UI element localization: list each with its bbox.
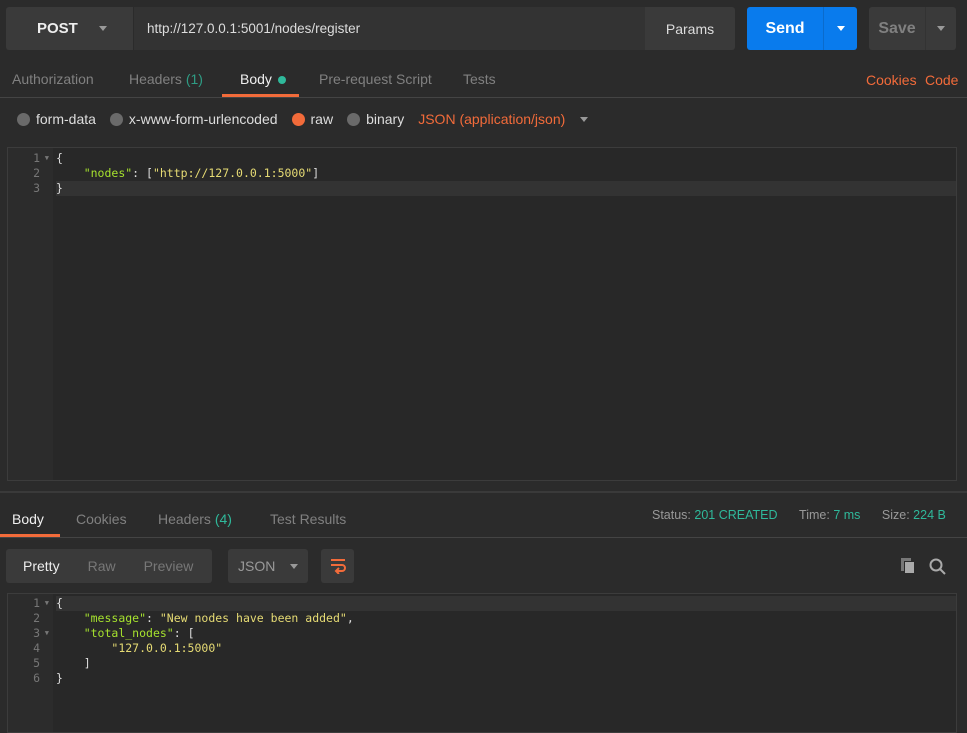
- cookies-link[interactable]: Cookies: [866, 72, 917, 88]
- params-button[interactable]: Params: [645, 7, 735, 50]
- code-link[interactable]: Code: [925, 72, 958, 88]
- line-gutter: 1 ▼ 2 3 ▼ 4 5 6: [8, 594, 53, 732]
- headers-count: (4): [214, 511, 232, 527]
- view-mode-group: Pretty Raw Preview: [6, 549, 212, 583]
- radio-label: raw: [310, 111, 334, 127]
- status-label: Status:: [652, 508, 691, 522]
- time-label: Time:: [799, 508, 830, 522]
- line-number: 3: [33, 181, 40, 195]
- url-text: http://127.0.0.1:5001/nodes/register: [147, 21, 361, 36]
- save-button[interactable]: Save: [869, 7, 925, 50]
- fold-icon: ▼: [44, 599, 49, 607]
- radio-label: x-www-form-urlencoded: [128, 111, 278, 127]
- preview-button[interactable]: Preview: [144, 558, 194, 574]
- headers-count: (1): [185, 71, 203, 87]
- url-input[interactable]: http://127.0.0.1:5001/nodes/register: [134, 7, 645, 50]
- send-label: Send: [765, 19, 805, 37]
- radio-label: form-data: [36, 111, 96, 127]
- line-number: 1 ▼: [33, 151, 49, 165]
- response-body-viewer[interactable]: 1 ▼ 2 3 ▼ 4 5 6 { "message": "New nodes ha…: [7, 593, 957, 733]
- line-number: 1 ▼: [33, 596, 49, 610]
- radio-icon: [17, 112, 30, 126]
- code-line: }: [56, 671, 63, 685]
- wrap-icon: [330, 559, 346, 574]
- tab-headers[interactable]: Headers (1): [129, 71, 203, 87]
- divider: [0, 537, 967, 538]
- code-line: "nodes": ["http://127.0.0.1:5000"]: [83, 166, 320, 180]
- code-line: {: [56, 151, 63, 165]
- fold-icon: ▼: [44, 154, 49, 162]
- search-icon[interactable]: [929, 558, 946, 578]
- params-label: Params: [665, 20, 715, 37]
- size-value: 224 B: [913, 508, 946, 522]
- wrap-lines-button[interactable]: [321, 549, 354, 583]
- method-label: POST: [37, 20, 78, 37]
- code-line: "message": "New nodes have been added",: [83, 611, 354, 625]
- body-type-group: form-data x-www-form-urlencoded raw bina…: [17, 111, 589, 127]
- copy-icon[interactable]: [901, 558, 916, 574]
- pretty-button[interactable]: Pretty: [23, 558, 60, 574]
- tab-label: Headers: [158, 511, 211, 527]
- response-tab-test-results[interactable]: Test Results: [270, 511, 346, 527]
- tab-tests[interactable]: Tests: [463, 71, 496, 87]
- pane-splitter[interactable]: [0, 491, 967, 493]
- code-line: "total_nodes": [: [83, 626, 195, 640]
- radio-form-data[interactable]: form-data: [17, 111, 96, 127]
- save-dropdown-button[interactable]: [925, 7, 956, 50]
- radio-raw[interactable]: raw: [291, 111, 334, 127]
- line-gutter: 1 ▼ 2 3: [8, 148, 53, 480]
- line-number: 5: [33, 656, 40, 670]
- radio-binary[interactable]: binary: [347, 111, 404, 127]
- response-tab-cookies[interactable]: Cookies: [76, 511, 127, 527]
- save-label: Save: [878, 19, 916, 37]
- tab-pre-request-script[interactable]: Pre-request Script: [319, 71, 432, 87]
- chevron-down-icon: [580, 116, 589, 122]
- tab-headers-label: Headers: [129, 71, 182, 87]
- line-number: 4: [33, 641, 40, 655]
- response-tab-headers[interactable]: Headers (4): [158, 511, 232, 527]
- format-select[interactable]: JSON: [228, 549, 308, 583]
- code-line: "127.0.0.1:5000": [111, 641, 223, 655]
- radio-label: binary: [366, 111, 405, 127]
- tab-authorization[interactable]: Authorization: [12, 71, 94, 87]
- response-meta: Status: 201 CREATED Time: 7 ms Size: 224…: [652, 508, 946, 522]
- radio-urlencoded[interactable]: x-www-form-urlencoded: [109, 111, 278, 127]
- time-value: 7 ms: [833, 508, 861, 522]
- method-select[interactable]: POST: [6, 7, 133, 50]
- size-label: Size:: [881, 508, 910, 522]
- content-type-select[interactable]: JSON (application/json): [418, 111, 589, 127]
- code-line-current: {: [56, 596, 956, 611]
- chevron-down-icon: [290, 563, 299, 569]
- tab-body[interactable]: Body: [240, 71, 286, 87]
- chevron-down-icon: [937, 26, 945, 31]
- radio-selected-icon: [291, 112, 305, 126]
- chevron-down-icon: [836, 26, 845, 31]
- response-tab-body[interactable]: Body: [12, 511, 44, 527]
- line-number: 6: [33, 671, 40, 685]
- format-label: JSON: [238, 558, 276, 574]
- body-indicator-dot-icon: [277, 76, 286, 84]
- divider: [0, 97, 967, 98]
- line-number: 2: [33, 611, 40, 625]
- line-number: 3 ▼: [33, 626, 49, 640]
- fold-icon: ▼: [44, 629, 49, 637]
- chevron-down-icon: [98, 26, 107, 31]
- send-dropdown-button[interactable]: [823, 7, 857, 50]
- tab-body-label: Body: [240, 71, 272, 87]
- status-value: 201 CREATED: [694, 508, 778, 522]
- code-line: ]: [83, 656, 91, 670]
- line-number: 2: [33, 166, 40, 180]
- radio-icon: [347, 112, 361, 126]
- content-type-label: JSON (application/json): [418, 111, 566, 127]
- code-line-current: }: [56, 181, 956, 196]
- radio-icon: [109, 112, 123, 126]
- send-button[interactable]: Send: [747, 7, 823, 50]
- request-body-editor[interactable]: 1 ▼ 2 3 { "nodes": ["http://127.0.0.1:500…: [7, 147, 957, 481]
- raw-button[interactable]: Raw: [88, 558, 116, 574]
